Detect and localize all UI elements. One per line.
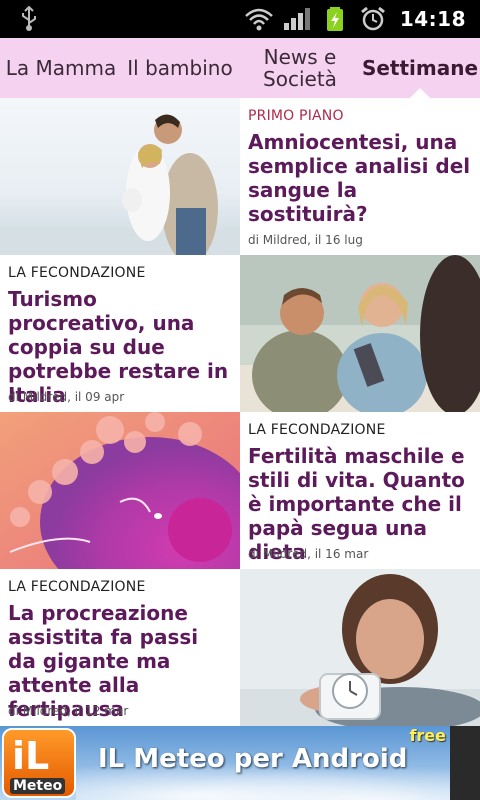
ad-banner[interactable]: iL Meteo IL Meteo per Android free [0, 726, 480, 800]
pregnant-couple-photo[interactable] [0, 98, 240, 255]
ad-edge [450, 726, 480, 800]
article-byline: di Mildred, il 16 lug [248, 233, 363, 247]
article-byline: di Mildred, il 16 mar [248, 547, 369, 561]
tab-la-mamma[interactable]: La Mamma [0, 38, 122, 98]
article-byline: di Mildred, il 12 mar [8, 704, 129, 718]
article-byline: di Mildred, il 09 apr [8, 390, 125, 404]
ad-logo-text: iL [12, 734, 50, 778]
article-category: PRIMO PIANO [248, 108, 344, 124]
section-tabs: La Mamma Il bambino News e Società Setti… [0, 38, 480, 98]
article-title: Fertilità maschile e stili di vita. Quan… [248, 444, 465, 564]
couple-consultation-photo[interactable] [240, 255, 480, 412]
ad-free-badge: free [409, 726, 446, 745]
article-card[interactable]: LA FECONDAZIONE Fertilità maschile e sti… [240, 412, 480, 569]
tab-il-bambino[interactable]: Il bambino [122, 38, 238, 98]
signal-icon [283, 8, 310, 30]
wifi-icon [244, 8, 273, 31]
status-time: 14:18 [399, 7, 466, 31]
article-category: LA FECONDAZIONE [8, 579, 146, 595]
ad-logo-subtitle: Meteo [10, 778, 66, 794]
tab-news-e-societa[interactable]: News e Società [248, 38, 352, 98]
article-card[interactable]: LA FECONDAZIONE Turismo procreativo, una… [0, 255, 240, 412]
meteo-logo-icon: iL Meteo [2, 728, 76, 798]
ad-headline: IL Meteo per Android [98, 744, 408, 774]
alarm-icon [360, 6, 385, 31]
egg-cell-sperm-photo[interactable] [0, 412, 240, 569]
article-title: Turismo procreativo, una coppia su due p… [8, 287, 229, 407]
status-bar: 14:18 [0, 0, 480, 38]
woman-with-clock-photo[interactable] [240, 569, 480, 726]
usb-icon [22, 6, 36, 31]
battery-charging-icon [326, 7, 343, 31]
article-card[interactable]: LA FECONDAZIONE La procreazione assistit… [0, 569, 240, 726]
article-card[interactable]: PRIMO PIANO Amniocentesi, una semplice a… [240, 98, 480, 255]
article-title: La procreazione assistita fa passi da gi… [8, 601, 199, 721]
article-category: LA FECONDAZIONE [8, 265, 146, 281]
article-title: Amniocentesi, una semplice analisi del s… [248, 130, 471, 226]
article-category: LA FECONDAZIONE [248, 422, 386, 438]
